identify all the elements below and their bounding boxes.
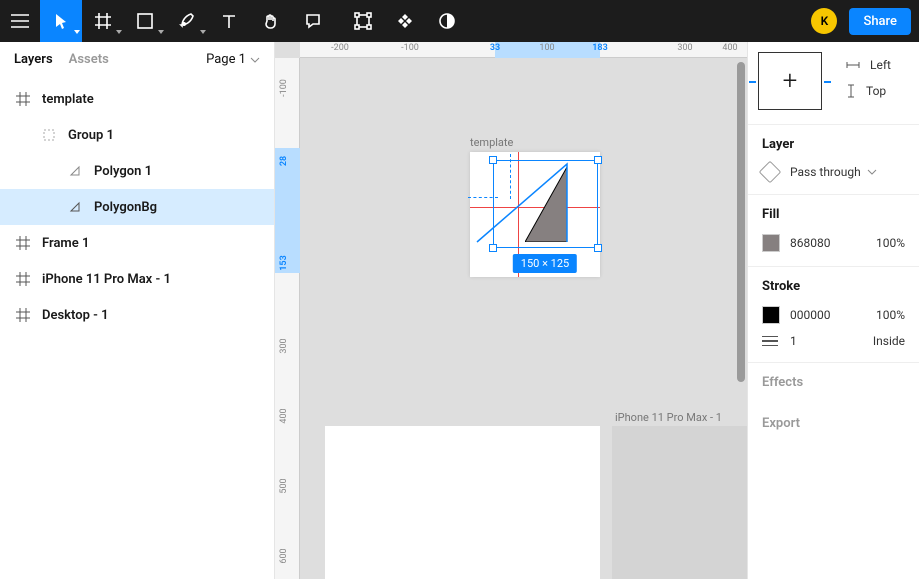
group-icon xyxy=(40,129,58,141)
canvas[interactable]: -200 -100 33 100 183 300 400 -100 28 153… xyxy=(275,42,747,579)
layer-row-template[interactable]: template xyxy=(0,81,274,117)
stroke-swatch[interactable] xyxy=(762,306,780,324)
layer-row-polygon1[interactable]: Polygon 1 xyxy=(0,153,274,189)
frame-icon xyxy=(14,236,32,250)
frame-desktop[interactable] xyxy=(325,426,600,579)
layer-row-group1[interactable]: Group 1 xyxy=(0,117,274,153)
stroke-hex[interactable]: 000000 xyxy=(790,308,830,322)
layer-row-desktop[interactable]: Desktop - 1 xyxy=(0,297,274,333)
layer-label: PolygonBg xyxy=(94,200,157,215)
bounding-box-icon[interactable] xyxy=(342,0,384,42)
layer-tree: template Group 1 Polygon 1 PolygonBg Fra… xyxy=(0,77,274,333)
frame-icon xyxy=(14,92,32,106)
stroke-width-icon xyxy=(762,336,778,347)
share-button[interactable]: Share xyxy=(849,8,911,35)
layer-label: iPhone 11 Pro Max - 1 xyxy=(42,272,171,287)
layer-label: Group 1 xyxy=(68,128,114,143)
layer-row-iphone[interactable]: iPhone 11 Pro Max - 1 xyxy=(0,261,274,297)
text-tool-button[interactable] xyxy=(208,0,250,42)
layer-label: template xyxy=(42,92,94,107)
section-title-effects[interactable]: Effects xyxy=(762,375,905,390)
polygon-icon xyxy=(66,201,84,213)
stroke-opacity[interactable]: 100% xyxy=(876,308,905,322)
inspect-panel: + Left Top Layer Pass through Fill xyxy=(747,42,919,579)
component-icon[interactable] xyxy=(384,0,426,42)
layer-label: Polygon 1 xyxy=(94,164,152,179)
layer-label: Frame 1 xyxy=(42,236,89,251)
fill-swatch[interactable] xyxy=(762,234,780,252)
hand-tool-button[interactable] xyxy=(250,0,292,42)
page-dropdown[interactable]: Page 1 xyxy=(206,52,260,67)
fill-hex[interactable]: 868080 xyxy=(790,236,830,250)
section-title-layer: Layer xyxy=(762,137,905,152)
comment-tool-button[interactable] xyxy=(292,0,334,42)
selection-dimensions-badge: 150 × 125 xyxy=(513,254,577,273)
page-dropdown-label: Page 1 xyxy=(206,52,246,67)
layer-row-polygonbg[interactable]: PolygonBg xyxy=(0,189,274,225)
tab-layers[interactable]: Layers xyxy=(14,52,53,67)
constraints-box[interactable]: + xyxy=(758,52,822,110)
frame-icon xyxy=(14,272,32,286)
stroke-width[interactable]: 1 xyxy=(790,334,797,348)
polygon-icon xyxy=(66,165,84,177)
layer-label: Desktop - 1 xyxy=(42,308,109,323)
frame-label-iphone[interactable]: iPhone 11 Pro Max - 1 xyxy=(615,411,722,424)
constraint-vertical[interactable]: Top xyxy=(846,78,891,104)
tab-assets[interactable]: Assets xyxy=(69,52,109,67)
blend-mode-value: Pass through xyxy=(790,165,861,179)
frame-icon xyxy=(14,308,32,322)
section-title-export[interactable]: Export xyxy=(762,416,905,431)
frame-iphone[interactable] xyxy=(612,426,747,579)
frame-tool-button[interactable] xyxy=(82,0,124,42)
blend-icon xyxy=(759,161,782,184)
blend-mode-row[interactable]: Pass through xyxy=(762,164,905,180)
layers-panel: Layers Assets Page 1 template Group 1 Po… xyxy=(0,42,275,579)
mask-icon[interactable] xyxy=(426,0,468,42)
user-avatar[interactable]: K xyxy=(811,8,837,34)
selection-box[interactable] xyxy=(493,160,598,248)
ruler-vertical: -100 28 153 300 400 500 600 xyxy=(275,58,300,579)
shape-tool-button[interactable] xyxy=(124,0,166,42)
layer-row-frame1[interactable]: Frame 1 xyxy=(0,225,274,261)
hamburger-menu-icon[interactable] xyxy=(0,0,40,42)
constraint-v-label: Top xyxy=(866,84,886,98)
constraint-h-label: Left xyxy=(870,58,891,72)
move-tool-button[interactable] xyxy=(40,0,82,42)
pen-tool-button[interactable] xyxy=(166,0,208,42)
section-title-fill: Fill xyxy=(762,207,905,222)
constraint-horizontal[interactable]: Left xyxy=(846,52,891,78)
stroke-position[interactable]: Inside xyxy=(873,334,905,348)
top-toolbar: K Share xyxy=(0,0,919,42)
fill-opacity[interactable]: 100% xyxy=(876,236,905,250)
section-title-stroke: Stroke xyxy=(762,279,905,294)
ruler-horizontal: -200 -100 33 100 183 300 400 xyxy=(300,42,747,58)
frame-label-template[interactable]: template xyxy=(470,136,513,149)
